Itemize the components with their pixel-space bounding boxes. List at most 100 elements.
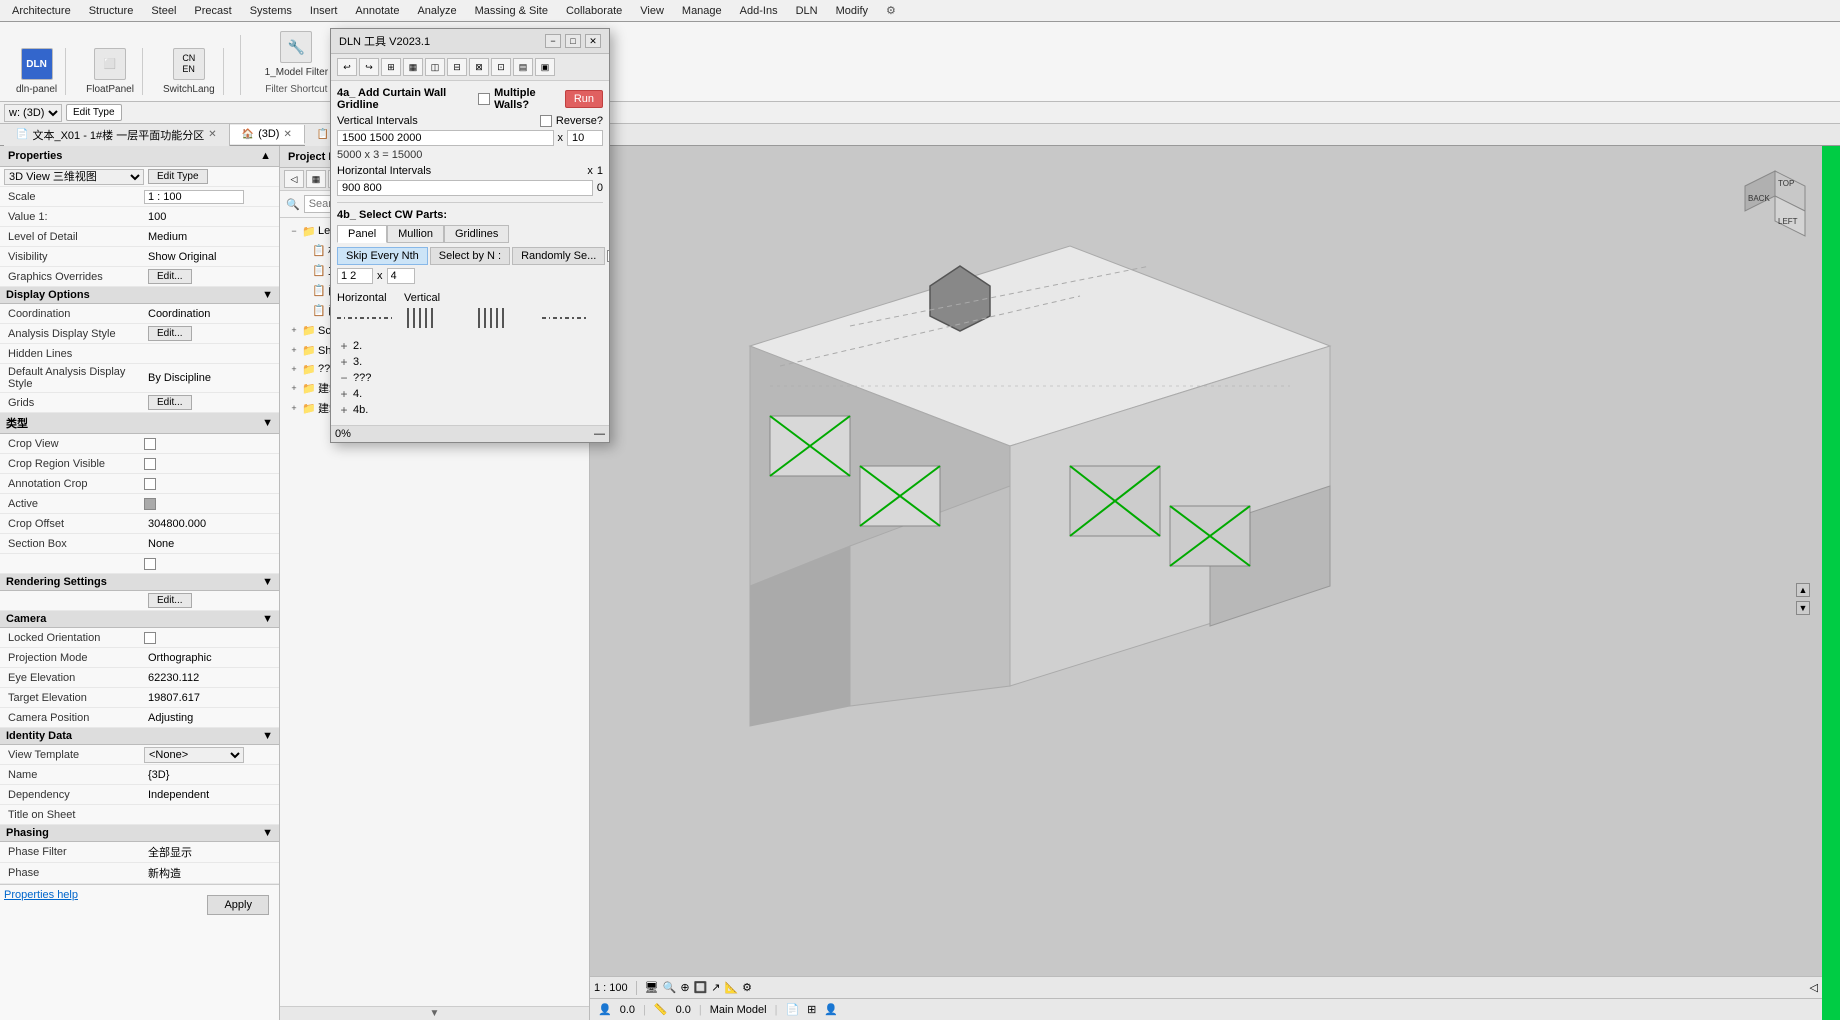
- modelfilter-icon[interactable]: 🔧: [280, 31, 312, 63]
- plus-btn-1[interactable]: +: [337, 339, 351, 353]
- annotation-crop-checkbox[interactable]: [144, 478, 156, 490]
- viewport-icon-1[interactable]: 🖥: [645, 981, 659, 994]
- menu-structure[interactable]: Structure: [81, 3, 142, 19]
- crop-view-checkbox[interactable]: [144, 438, 156, 450]
- browser-back-btn[interactable]: ◁: [284, 170, 304, 188]
- floatpanel-icon[interactable]: ⬜: [94, 48, 126, 80]
- viewport-icon-5[interactable]: ↗: [711, 981, 720, 994]
- switchlang-icon[interactable]: CNEN: [173, 48, 205, 80]
- reverse-checkbox-v[interactable]: [540, 115, 552, 127]
- display-options-section[interactable]: Display Options ▼: [0, 287, 279, 304]
- n-input[interactable]: [337, 268, 373, 284]
- menu-insert[interactable]: Insert: [302, 3, 346, 19]
- apply-button[interactable]: Apply: [207, 895, 269, 915]
- camera-section[interactable]: Camera ▼: [0, 611, 279, 628]
- run-button[interactable]: Run: [565, 90, 603, 108]
- select-by-n-btn[interactable]: Select by N :: [430, 247, 510, 265]
- menu-collaborate[interactable]: Collaborate: [558, 3, 630, 19]
- browser-view-btn[interactable]: ▦: [306, 170, 326, 188]
- menu-manage[interactable]: Manage: [674, 3, 730, 19]
- viewport-icon-7[interactable]: ⚙: [742, 981, 752, 994]
- collapse-icon[interactable]: ▲: [260, 150, 271, 162]
- edit-type-button[interactable]: Edit Type: [66, 104, 122, 121]
- crop-active-checkbox[interactable]: [144, 498, 156, 510]
- viewcube[interactable]: TOP BACK LEFT: [1730, 166, 1820, 246]
- extents-section[interactable]: 类型 ▼: [0, 413, 279, 434]
- dialog-minimize-btn[interactable]: −: [545, 34, 561, 48]
- scroll-down-btn[interactable]: ▼: [1796, 601, 1810, 615]
- multiple-walls-checkbox[interactable]: [478, 93, 490, 105]
- viewport-icon-4[interactable]: 🔲: [694, 981, 708, 994]
- menu-massing[interactable]: Massing & Site: [467, 3, 556, 19]
- scroll-up-btn[interactable]: ▲: [1796, 583, 1810, 597]
- x-value-input-4b[interactable]: [387, 268, 415, 284]
- h-intervals-input[interactable]: [337, 180, 593, 196]
- menu-addins[interactable]: Add-Ins: [732, 3, 786, 19]
- tab-3d[interactable]: 🏠 (3D) ✕: [230, 125, 305, 144]
- dialog-close-btn[interactable]: ✕: [585, 34, 601, 48]
- plus-btn-2[interactable]: +: [337, 355, 351, 369]
- 3d-viewport[interactable]: TOP BACK LEFT ▲ ▼ 1 : 100 🖥 🔍 ⊕ 🔲 ↗ 📐 ⚙ …: [590, 146, 1840, 1020]
- viewport-icon-6[interactable]: 📐: [724, 981, 738, 994]
- menu-analyze[interactable]: Analyze: [409, 3, 464, 19]
- dialog-collapse-btn[interactable]: —: [594, 428, 605, 440]
- tool-btn-2[interactable]: ⊞: [381, 58, 401, 76]
- tool-btn-3[interactable]: ▦: [403, 58, 423, 76]
- eye-elevation-label: Eye Elevation: [4, 671, 144, 685]
- tab-close-text-x01[interactable]: ✕: [208, 129, 216, 140]
- menu-architecture[interactable]: Architecture: [4, 3, 79, 19]
- minus-btn-3[interactable]: −: [337, 371, 351, 385]
- grids-edit-btn[interactable]: Edit...: [148, 395, 192, 410]
- crop-region-checkbox[interactable]: [144, 458, 156, 470]
- reverse-checkbox-4b[interactable]: [607, 250, 609, 262]
- tool-btn-1[interactable]: ↪: [359, 58, 379, 76]
- skip-every-nth-btn[interactable]: Skip Every Nth: [337, 247, 428, 265]
- tool-btn-6[interactable]: ⊠: [469, 58, 489, 76]
- tool-btn-9[interactable]: ▣: [535, 58, 555, 76]
- tool-btn-7[interactable]: ⊡: [491, 58, 511, 76]
- menu-precast[interactable]: Precast: [186, 3, 239, 19]
- tool-btn-4[interactable]: ◫: [425, 58, 445, 76]
- viewport-icon-3[interactable]: ⊕: [680, 981, 689, 994]
- menu-steel[interactable]: Steel: [143, 3, 184, 19]
- tool-btn-5[interactable]: ⊟: [447, 58, 467, 76]
- template-select[interactable]: <None>: [144, 747, 244, 763]
- menu-view[interactable]: View: [632, 3, 672, 19]
- settings-icon[interactable]: ⚙: [886, 4, 896, 17]
- v-count-input[interactable]: [567, 130, 603, 146]
- properties-help-link[interactable]: Properties help: [4, 889, 78, 921]
- rendering-section[interactable]: Rendering Settings ▼: [0, 574, 279, 591]
- plus-btn-5[interactable]: +: [337, 403, 351, 417]
- menu-systems[interactable]: Systems: [242, 3, 300, 19]
- schedule-icon-door: 📋: [312, 283, 326, 297]
- tab-gridlines[interactable]: Gridlines: [444, 225, 509, 243]
- tab-mullion[interactable]: Mullion: [387, 225, 444, 243]
- viewport-nav-icon[interactable]: ◁: [1810, 981, 1818, 994]
- rendering-edit-btn[interactable]: Edit...: [148, 593, 192, 608]
- tool-btn-0[interactable]: ↩: [337, 58, 357, 76]
- edit-type-btn-props[interactable]: Edit Type: [148, 169, 208, 184]
- plus-btn-4[interactable]: +: [337, 387, 351, 401]
- identity-data-section[interactable]: Identity Data ▼: [0, 728, 279, 745]
- viewport-icon-2[interactable]: 🔍: [663, 981, 677, 994]
- dln-icon[interactable]: DLN: [21, 48, 53, 80]
- view-selector[interactable]: w: (3D): [4, 104, 62, 122]
- section-box-checkbox[interactable]: [144, 558, 156, 570]
- scale-input[interactable]: [144, 190, 244, 204]
- analysis-display-edit-btn[interactable]: Edit...: [148, 326, 192, 341]
- randomly-select-btn[interactable]: Randomly Se...: [512, 247, 605, 265]
- menu-modify[interactable]: Modify: [828, 3, 876, 19]
- dialog-maximize-btn[interactable]: □: [565, 34, 581, 48]
- graphics-edit-btn[interactable]: Edit...: [148, 269, 192, 284]
- tool-btn-8[interactable]: ▤: [513, 58, 533, 76]
- locked-orientation-checkbox[interactable]: [144, 632, 156, 644]
- menu-annotate[interactable]: Annotate: [347, 3, 407, 19]
- v-intervals-input[interactable]: [337, 130, 554, 146]
- tab-panel[interactable]: Panel: [337, 225, 387, 243]
- menu-dln[interactable]: DLN: [788, 3, 826, 19]
- viewcube-svg[interactable]: TOP BACK LEFT: [1730, 166, 1820, 246]
- type-selector[interactable]: 3D View 三维视图: [4, 169, 144, 185]
- tab-close-3d[interactable]: ✕: [283, 129, 291, 140]
- phasing-section[interactable]: Phasing ▼: [0, 825, 279, 842]
- tab-text-x01[interactable]: 📄 文本_X01 - 1#楼 一层平面功能分区 ✕: [4, 124, 230, 146]
